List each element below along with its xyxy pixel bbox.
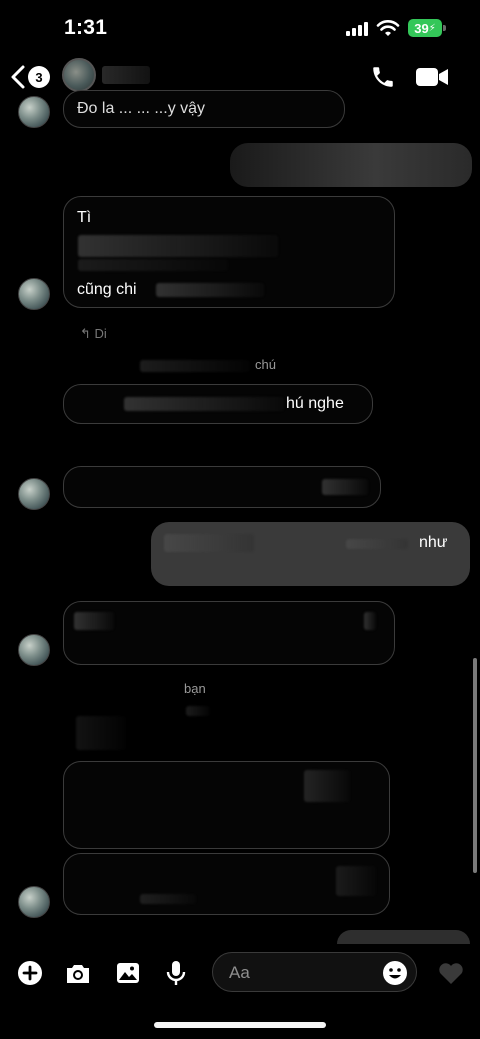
incoming-message-bubble[interactable]: hú nghe: [63, 384, 373, 424]
message-text: hú nghe: [286, 395, 344, 412]
scrollbar[interactable]: [473, 658, 477, 873]
outgoing-message-bubble[interactable]: [230, 143, 472, 187]
redacted-text: [186, 706, 210, 716]
back-button[interactable]: 3: [10, 62, 52, 92]
redacted-text: [304, 770, 350, 802]
redacted-text: [140, 894, 196, 904]
incoming-message-bubble[interactable]: Tì cũng chi: [63, 196, 395, 308]
incoming-message-bubble[interactable]: [63, 601, 395, 665]
reply-snippet: chú: [255, 357, 276, 372]
message-text-line3: cũng chi: [77, 281, 137, 298]
contact-name-redacted[interactable]: [102, 66, 150, 84]
redacted-text: [336, 866, 376, 896]
redacted-text: [78, 235, 278, 257]
redacted-text: [76, 716, 126, 750]
redacted-text: [140, 360, 250, 372]
redacted-text: [78, 259, 228, 271]
redacted-text: [164, 534, 254, 552]
home-indicator[interactable]: [154, 1022, 326, 1028]
redacted-text: [322, 479, 368, 495]
incoming-message-bubble[interactable]: [63, 466, 381, 508]
outgoing-message-bubble[interactable]: như: [151, 522, 470, 586]
incoming-message-bubble[interactable]: Đo la ... ... ...y vậy: [63, 90, 345, 128]
video-camera-icon[interactable]: [415, 66, 449, 88]
cellular-signal-icon: [346, 22, 368, 36]
redacted-text: [124, 397, 284, 411]
status-time: 1:31: [64, 16, 108, 39]
incoming-message-bubble[interactable]: [63, 853, 390, 915]
redacted-text: [346, 539, 408, 549]
sender-avatar: [18, 278, 50, 310]
chevron-left-icon: [11, 65, 25, 89]
message-text: Đo la ... ... ...y vậy: [77, 100, 206, 117]
sender-avatar: [18, 634, 50, 666]
sender-avatar: [18, 96, 50, 128]
microphone-icon[interactable]: [162, 959, 190, 987]
camera-icon[interactable]: [64, 959, 92, 987]
outgoing-message-bubble[interactable]: [337, 930, 470, 944]
contact-avatar[interactable]: [62, 58, 96, 92]
message-composer: Aa: [0, 945, 480, 1001]
heart-icon[interactable]: [437, 959, 465, 987]
sender-avatar: [18, 478, 50, 510]
sender-avatar: [18, 886, 50, 918]
redacted-text: [156, 283, 264, 297]
reply-snippet-text: chú: [255, 357, 276, 372]
reply-indicator: ↰ Di: [80, 326, 107, 341]
wifi-icon: [376, 20, 400, 36]
battery-level: 39: [414, 20, 429, 36]
status-bar: 1:31 39 ⚡: [0, 0, 480, 50]
incoming-message-bubble[interactable]: [63, 761, 390, 849]
redacted-text: [74, 612, 114, 630]
message-input-placeholder: Aa: [229, 963, 250, 982]
plus-circle-icon[interactable]: [16, 959, 44, 987]
phone-icon[interactable]: [370, 64, 396, 90]
image-icon[interactable]: [114, 959, 142, 987]
message-input[interactable]: Aa: [212, 952, 417, 992]
redacted-text: [364, 612, 376, 630]
emoji-icon[interactable]: [382, 960, 408, 986]
battery-cap: [443, 25, 446, 31]
unread-count-badge: 3: [28, 66, 50, 88]
reply-snippet-text: bạn: [184, 681, 206, 696]
battery-indicator: 39 ⚡: [408, 19, 442, 37]
reply-snippet: bạn: [184, 681, 206, 696]
message-text: như: [419, 534, 448, 551]
reply-label-text: Di: [94, 326, 107, 341]
message-text-line1: Tì: [77, 209, 92, 226]
